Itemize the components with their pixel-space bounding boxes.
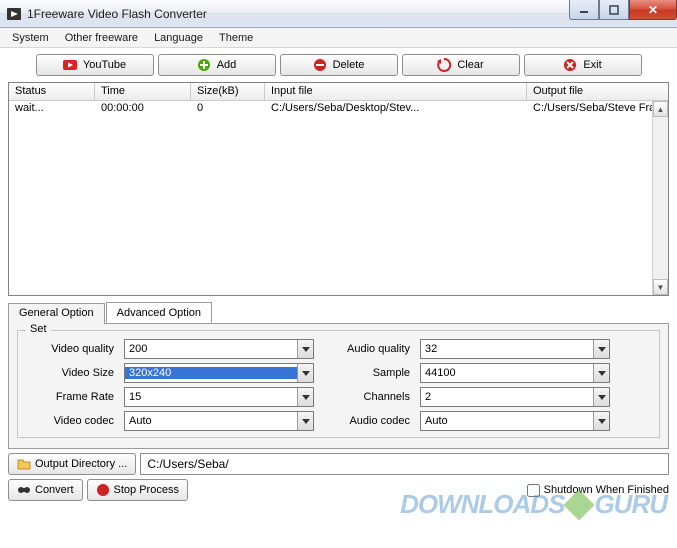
video-codec-label: Video codec bbox=[26, 415, 116, 427]
window-controls: ✕ bbox=[569, 0, 677, 20]
window-title: 1Freeware Video Flash Converter bbox=[27, 7, 207, 21]
cell-status: wait... bbox=[9, 101, 95, 117]
chevron-down-icon[interactable] bbox=[297, 388, 313, 406]
convert-label: Convert bbox=[35, 484, 74, 496]
delete-label: Delete bbox=[333, 59, 365, 71]
output-path-value: C:/Users/Seba/ bbox=[147, 457, 228, 471]
youtube-label: YouTube bbox=[83, 59, 126, 71]
chevron-down-icon[interactable] bbox=[593, 364, 609, 382]
tab-advanced[interactable]: Advanced Option bbox=[106, 302, 212, 323]
sample-label: Sample bbox=[322, 367, 412, 379]
menu-theme[interactable]: Theme bbox=[211, 30, 261, 46]
audio-codec-value: Auto bbox=[421, 415, 593, 427]
header-output[interactable]: Output file bbox=[527, 83, 668, 100]
bottom-bar: Output Directory ... C:/Users/Seba/ Conv… bbox=[8, 453, 669, 501]
clear-icon bbox=[437, 58, 451, 72]
exit-icon bbox=[563, 58, 577, 72]
delete-button[interactable]: Delete bbox=[280, 54, 398, 76]
chevron-down-icon[interactable] bbox=[297, 364, 313, 382]
video-size-label: Video Size bbox=[26, 367, 116, 379]
scroll-track[interactable] bbox=[653, 117, 668, 279]
app-icon bbox=[6, 6, 22, 22]
exit-button[interactable]: Exit bbox=[524, 54, 642, 76]
channels-value: 2 bbox=[421, 391, 593, 403]
video-quality-label: Video quality bbox=[26, 343, 116, 355]
cell-time: 00:00:00 bbox=[95, 101, 191, 117]
header-input[interactable]: Input file bbox=[265, 83, 527, 100]
stop-process-label: Stop Process bbox=[114, 484, 179, 496]
chevron-down-icon[interactable] bbox=[593, 412, 609, 430]
stop-process-button[interactable]: Stop Process bbox=[87, 479, 188, 501]
tab-general[interactable]: General Option bbox=[8, 303, 105, 324]
options-tabs: General Option Advanced Option Set Video… bbox=[8, 302, 669, 449]
delete-icon bbox=[313, 58, 327, 72]
video-quality-value: 200 bbox=[125, 343, 297, 355]
output-directory-button[interactable]: Output Directory ... bbox=[8, 453, 136, 475]
chevron-down-icon[interactable] bbox=[297, 412, 313, 430]
frame-rate-value: 15 bbox=[125, 391, 297, 403]
chevron-down-icon[interactable] bbox=[593, 388, 609, 406]
cell-output: C:/Users/Seba/Steve Fran bbox=[527, 101, 668, 117]
folder-icon bbox=[17, 457, 31, 471]
shutdown-checkbox[interactable] bbox=[527, 484, 540, 497]
shutdown-checkbox-label[interactable]: Shutdown When Finished bbox=[527, 484, 669, 497]
scroll-down-icon[interactable]: ▼ bbox=[653, 279, 668, 295]
stop-icon bbox=[96, 483, 110, 497]
table-header: Status Time Size(kB) Input file Output f… bbox=[9, 83, 668, 101]
window-titlebar: 1Freeware Video Flash Converter ✕ bbox=[0, 0, 677, 28]
convert-button[interactable]: Convert bbox=[8, 479, 83, 501]
menu-language[interactable]: Language bbox=[146, 30, 211, 46]
close-button[interactable]: ✕ bbox=[629, 0, 677, 20]
youtube-icon bbox=[63, 58, 77, 72]
set-legend: Set bbox=[26, 323, 51, 335]
toolbar: YouTube Add Delete Clear Exit bbox=[0, 48, 677, 80]
channels-combo[interactable]: 2 bbox=[420, 387, 610, 407]
output-path-field[interactable]: C:/Users/Seba/ bbox=[140, 453, 669, 475]
add-label: Add bbox=[217, 59, 237, 71]
audio-quality-value: 32 bbox=[421, 343, 593, 355]
convert-icon bbox=[17, 483, 31, 497]
scroll-up-icon[interactable]: ▲ bbox=[653, 101, 668, 117]
audio-codec-label: Audio codec bbox=[322, 415, 412, 427]
menu-other-freeware[interactable]: Other freeware bbox=[57, 30, 146, 46]
frame-rate-combo[interactable]: 15 bbox=[124, 387, 314, 407]
menu-bar: System Other freeware Language Theme bbox=[0, 28, 677, 48]
header-status[interactable]: Status bbox=[9, 83, 95, 100]
header-time[interactable]: Time bbox=[95, 83, 191, 100]
add-icon bbox=[197, 58, 211, 72]
file-table: Status Time Size(kB) Input file Output f… bbox=[8, 82, 669, 296]
clear-button[interactable]: Clear bbox=[402, 54, 520, 76]
table-row[interactable]: wait... 00:00:00 0 C:/Users/Seba/Desktop… bbox=[9, 101, 668, 117]
channels-label: Channels bbox=[322, 391, 412, 403]
set-fieldset: Set Video quality 200 Audio quality 32 V… bbox=[17, 330, 660, 438]
add-button[interactable]: Add bbox=[158, 54, 276, 76]
menu-system[interactable]: System bbox=[4, 30, 57, 46]
minimize-button[interactable] bbox=[569, 0, 599, 20]
chevron-down-icon[interactable] bbox=[593, 340, 609, 358]
clear-label: Clear bbox=[457, 59, 483, 71]
video-quality-combo[interactable]: 200 bbox=[124, 339, 314, 359]
tab-panel-advanced: Set Video quality 200 Audio quality 32 V… bbox=[8, 323, 669, 449]
cell-size: 0 bbox=[191, 101, 265, 117]
header-size[interactable]: Size(kB) bbox=[191, 83, 265, 100]
sample-value: 44100 bbox=[421, 367, 593, 379]
audio-quality-label: Audio quality bbox=[322, 343, 412, 355]
video-size-combo[interactable]: 320x240 bbox=[124, 363, 314, 383]
chevron-down-icon[interactable] bbox=[297, 340, 313, 358]
audio-codec-combo[interactable]: Auto bbox=[420, 411, 610, 431]
maximize-button[interactable] bbox=[599, 0, 629, 20]
shutdown-text: Shutdown When Finished bbox=[544, 484, 669, 496]
output-directory-label: Output Directory ... bbox=[35, 458, 127, 470]
exit-label: Exit bbox=[583, 59, 601, 71]
sample-combo[interactable]: 44100 bbox=[420, 363, 610, 383]
vertical-scrollbar[interactable]: ▲ ▼ bbox=[652, 101, 668, 295]
video-codec-value: Auto bbox=[125, 415, 297, 427]
youtube-button[interactable]: YouTube bbox=[36, 54, 154, 76]
audio-quality-combo[interactable]: 32 bbox=[420, 339, 610, 359]
frame-rate-label: Frame Rate bbox=[26, 391, 116, 403]
video-codec-combo[interactable]: Auto bbox=[124, 411, 314, 431]
cell-input: C:/Users/Seba/Desktop/Stev... bbox=[265, 101, 527, 117]
video-size-value: 320x240 bbox=[125, 367, 297, 379]
